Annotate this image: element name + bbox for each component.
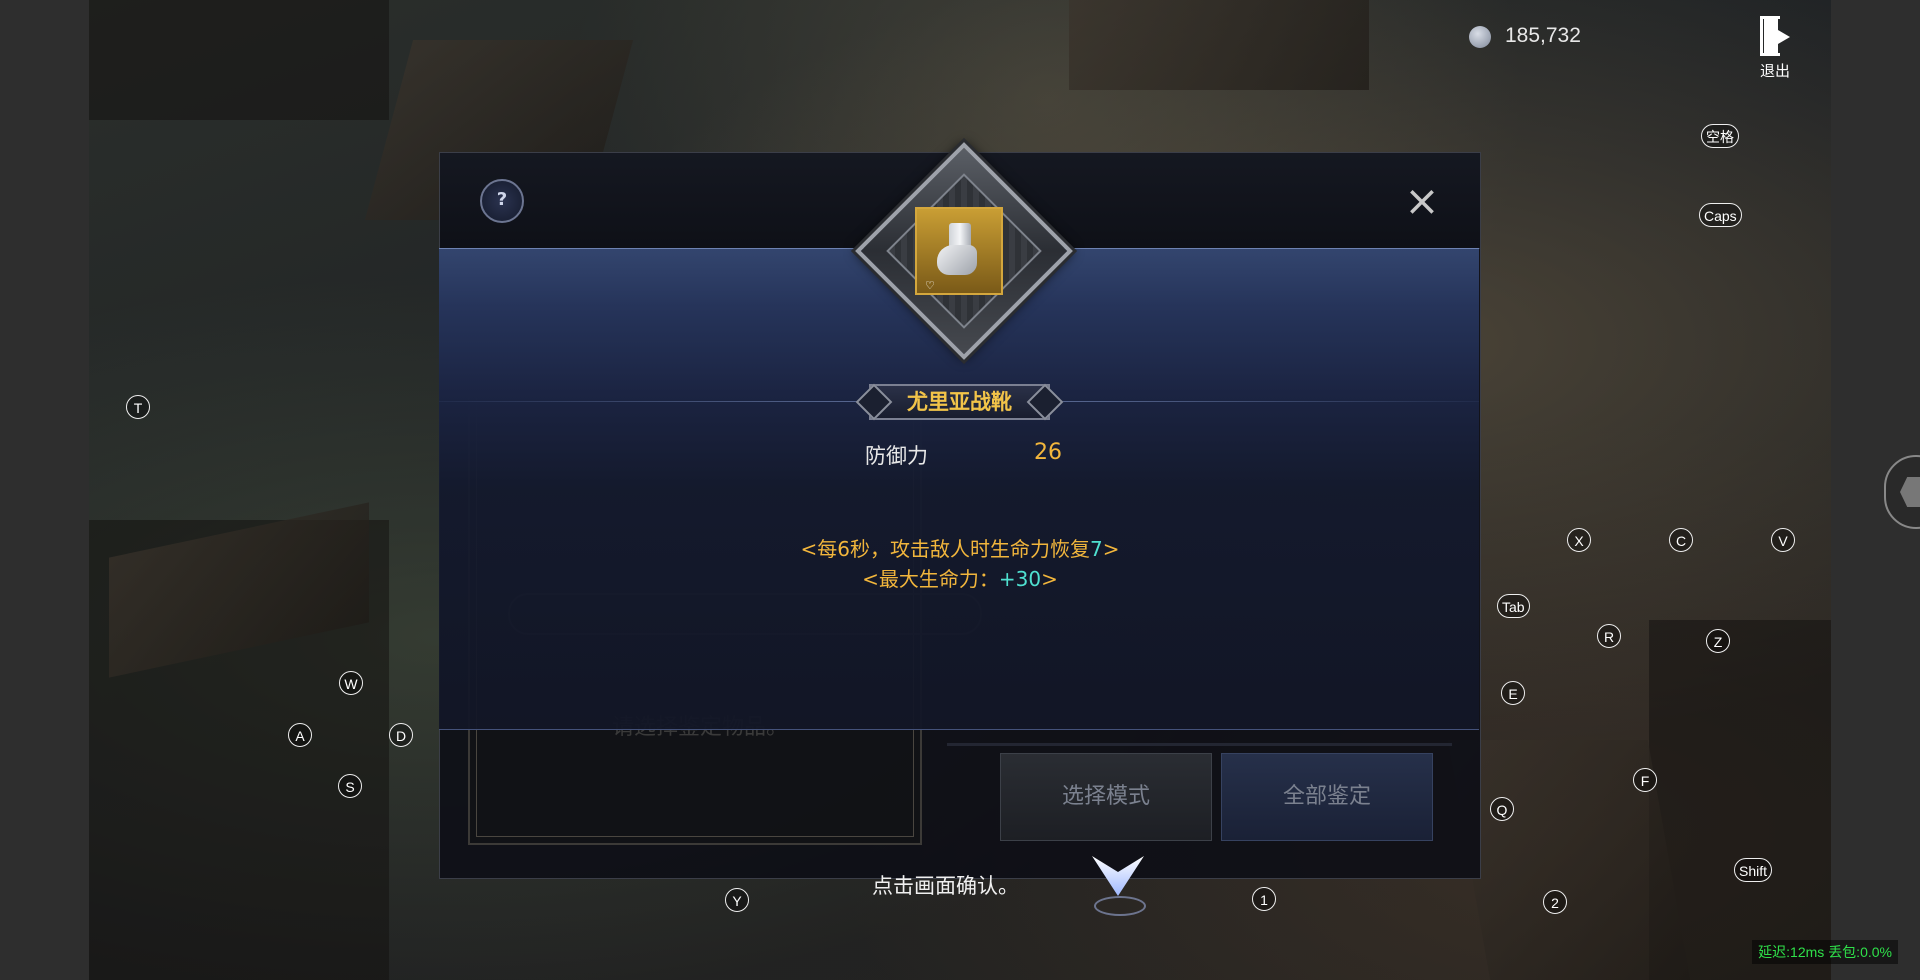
help-icon[interactable]: ?: [480, 179, 524, 223]
key-q[interactable]: Q: [1490, 797, 1514, 821]
exit-button[interactable]: 退出: [1750, 16, 1800, 82]
key-space[interactable]: 空格: [1701, 124, 1739, 148]
select-mode-button[interactable]: 选择模式: [1000, 753, 1212, 841]
key-s[interactable]: S: [338, 774, 362, 798]
packet-loss-text: 丢包:0.0%: [1828, 944, 1892, 960]
key-1[interactable]: 1: [1252, 887, 1276, 911]
panel-divider: [947, 743, 1452, 746]
item-name-plate: 尤里亚战靴: [855, 380, 1064, 424]
exit-label: 退出: [1759, 62, 1790, 80]
key-x[interactable]: X: [1567, 528, 1591, 552]
key-a[interactable]: A: [288, 723, 312, 747]
defense-label: 防御力: [865, 444, 928, 468]
effect-value: +30: [998, 567, 1042, 591]
effect-suffix: >: [1041, 567, 1058, 591]
key-e[interactable]: E: [1501, 681, 1525, 705]
tap-to-confirm-text[interactable]: 点击画面确认。: [872, 870, 1019, 900]
armored-boot-icon: ♡: [915, 207, 1003, 295]
effect-value: 7: [1089, 537, 1103, 561]
item-effect-max-hp: <最大生命力：+30>: [700, 563, 1220, 592]
effect-text: <最大生命力：: [862, 567, 999, 591]
key-y[interactable]: Y: [725, 888, 749, 912]
side-drawer-handle[interactable]: [1884, 455, 1920, 529]
key-v[interactable]: V: [1771, 528, 1795, 552]
effect-suffix: >: [1102, 537, 1120, 561]
effect-text: <每6秒，攻击敌人时生命力恢复: [800, 537, 1090, 561]
latency-text: 延迟:12ms: [1758, 944, 1825, 960]
key-d[interactable]: D: [389, 723, 413, 747]
key-w[interactable]: W: [339, 671, 363, 695]
key-tab[interactable]: Tab: [1497, 594, 1530, 618]
defense-value: 26: [1034, 440, 1062, 465]
key-z[interactable]: Z: [1706, 629, 1730, 653]
key-shift[interactable]: Shift: [1734, 858, 1773, 882]
exit-door-icon: [1760, 16, 1790, 58]
key-t[interactable]: T: [126, 395, 150, 419]
key-f[interactable]: F: [1633, 768, 1657, 792]
key-r[interactable]: R: [1597, 624, 1621, 648]
close-icon[interactable]: ×: [1402, 180, 1442, 223]
currency-amount: 185,732: [1505, 24, 1581, 47]
heart-icon: ♡: [925, 279, 935, 292]
key-2[interactable]: 2: [1543, 890, 1567, 914]
key-caps[interactable]: Caps: [1699, 203, 1742, 227]
identify-all-button[interactable]: 全部鉴定: [1221, 753, 1433, 841]
silver-coin-icon: [1469, 26, 1491, 48]
network-status: 延迟:12ms 丢包:0.0%: [1752, 940, 1898, 964]
item-frame: ♡: [855, 142, 1073, 360]
key-c[interactable]: C: [1669, 528, 1693, 552]
item-name: 尤里亚战靴: [907, 390, 1012, 414]
item-effect-regen: <每6秒，攻击敌人时生命力恢复7>: [700, 533, 1220, 562]
chevron-down-icon[interactable]: [1090, 856, 1146, 916]
